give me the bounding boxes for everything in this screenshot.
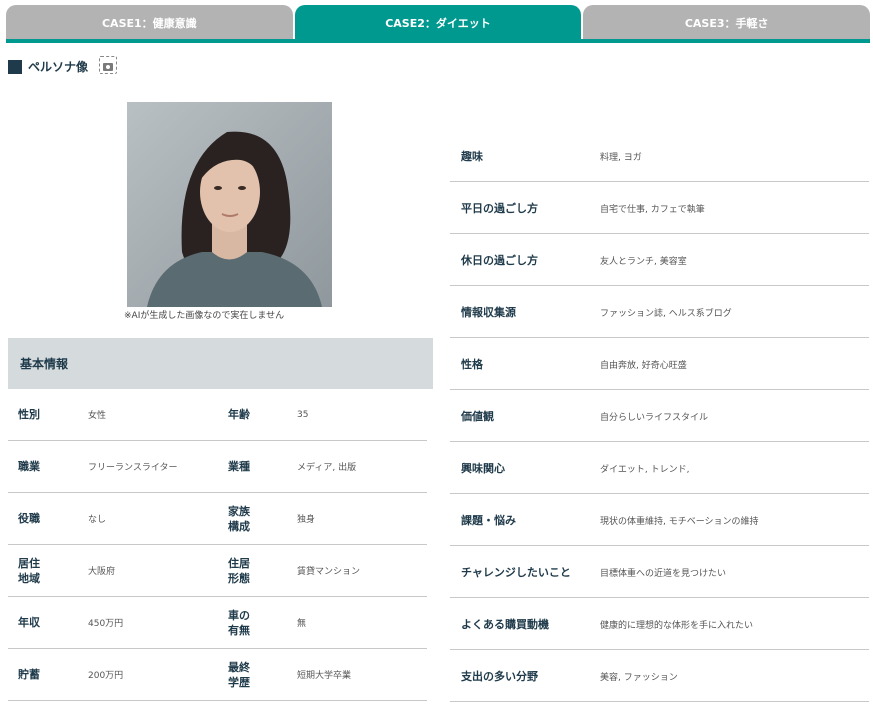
row-label: 性別: [18, 408, 40, 421]
row-value: 友人とランチ, 美容室: [600, 256, 687, 267]
table-row: 職業 フリーランスライター 業種 メディア, 出版: [8, 441, 427, 493]
row-value: 女性: [88, 411, 107, 421]
camera-icon[interactable]: [99, 56, 117, 74]
basic-info-table: 性別 女性 年齢 35 職業 フリーランスライター 業種 メディア, 出版 役職…: [8, 389, 427, 701]
table-row: 支出の多い分野 美容, ファッション: [450, 650, 869, 702]
row-label: 年齢: [228, 408, 250, 421]
row-value: 目標体重への近道を見つけたい: [600, 568, 727, 579]
row-label: よくある購買動機: [461, 618, 549, 631]
row-label: 情報収集源: [461, 306, 516, 319]
row-label: 平日の過ごし方: [461, 202, 538, 215]
row-label: 年収: [18, 616, 40, 629]
square-icon: [8, 59, 22, 74]
table-row: 価値観 自分らしいライフスタイル: [450, 390, 869, 442]
row-value: 賃貸マンション: [297, 567, 361, 577]
persona-title: ペルソナ像: [28, 60, 89, 74]
tab-underline: [6, 39, 870, 43]
row-label: 性格: [461, 358, 483, 371]
row-label: 居住 地域: [18, 556, 40, 585]
tab-case3[interactable]: CASE3：手軽さ: [583, 5, 871, 41]
row-label: 業種: [228, 460, 250, 473]
photo-caption: ※AIが生成した画像なので実在しません: [124, 311, 285, 321]
table-row: チャレンジしたいこと 目標体重への近道を見つけたい: [450, 546, 869, 598]
row-label: 休日の過ごし方: [461, 254, 538, 267]
table-row: 休日の過ごし方 友人とランチ, 美容室: [450, 234, 869, 286]
table-row: 趣味 料理, ヨガ: [450, 130, 869, 182]
table-row: 役職 なし 家族 構成 独身: [8, 493, 427, 545]
row-value: 200万円: [88, 671, 124, 681]
row-value: 自由奔放, 好奇心旺盛: [600, 360, 687, 371]
table-row: 居住 地域 大阪府 住居 形態 賃貸マンション: [8, 545, 427, 597]
table-row: 性格 自由奔放, 好奇心旺盛: [450, 338, 869, 390]
row-value: 450万円: [88, 619, 124, 629]
row-label: 役職: [18, 512, 40, 525]
row-label: 貯蓄: [18, 668, 40, 681]
table-row: 性別 女性 年齢 35: [8, 389, 427, 441]
row-label: 住居 形態: [228, 556, 250, 585]
row-label: 最終 学歴: [228, 660, 250, 689]
row-value: 無: [297, 619, 307, 629]
row-value: 美容, ファッション: [600, 672, 678, 683]
row-label: 車の 有無: [228, 608, 250, 637]
row-label: 課題・悩み: [461, 514, 516, 527]
table-row: 情報収集源 ファッション誌, ヘルス系ブログ: [450, 286, 869, 338]
table-row: 課題・悩み 現状の体重維持, モチベーションの維持: [450, 494, 869, 546]
basic-info-heading: 基本情報: [8, 338, 433, 389]
row-label: 家族 構成: [228, 504, 250, 533]
row-label: 職業: [18, 460, 40, 473]
row-value: 健康的に理想的な体形を手に入れたい: [600, 620, 754, 631]
persona-header: ペルソナ像: [8, 58, 88, 75]
row-value: フリーランスライター: [88, 463, 178, 473]
row-label: 興味関心: [461, 462, 505, 475]
row-value: 短期大学卒業: [297, 671, 352, 681]
row-value: 大阪府: [88, 567, 116, 577]
row-label: チャレンジしたいこと: [461, 566, 571, 579]
table-row: よくある購買動機 健康的に理想的な体形を手に入れたい: [450, 598, 869, 650]
case-tabs: CASE1：健康意識 CASE2：ダイエット CASE3：手軽さ: [6, 5, 871, 41]
persona-photo: [127, 102, 332, 307]
persona-details-table: 趣味 料理, ヨガ 平日の過ごし方 自宅で仕事, カフェで執筆 休日の過ごし方 友人と…: [450, 130, 869, 702]
table-row: 年収 450万円 車の 有無 無: [8, 597, 427, 649]
row-value: 自分らしいライフスタイル: [600, 412, 709, 423]
row-value: 独身: [297, 515, 316, 525]
row-label: 趣味: [461, 150, 483, 163]
tab-case1[interactable]: CASE1：健康意識: [6, 5, 293, 41]
row-label: 支出の多い分野: [461, 670, 538, 683]
row-value: 35: [297, 409, 309, 420]
tab-case2[interactable]: CASE2：ダイエット: [294, 5, 582, 41]
row-value: 料理, ヨガ: [600, 152, 642, 163]
table-row: 興味関心 ダイエット, トレンド,: [450, 442, 869, 494]
row-value: メディア, 出版: [297, 463, 357, 473]
table-row: 貯蓄 200万円 最終 学歴 短期大学卒業: [8, 649, 427, 701]
row-value: ダイエット, トレンド,: [600, 464, 690, 475]
row-label: 価値観: [461, 410, 494, 423]
table-row: 平日の過ごし方 自宅で仕事, カフェで執筆: [450, 182, 869, 234]
row-value: なし: [88, 515, 107, 525]
row-value: 自宅で仕事, カフェで執筆: [600, 204, 705, 215]
row-value: ファッション誌, ヘルス系ブログ: [600, 308, 732, 319]
row-value: 現状の体重維持, モチベーションの維持: [600, 516, 759, 527]
